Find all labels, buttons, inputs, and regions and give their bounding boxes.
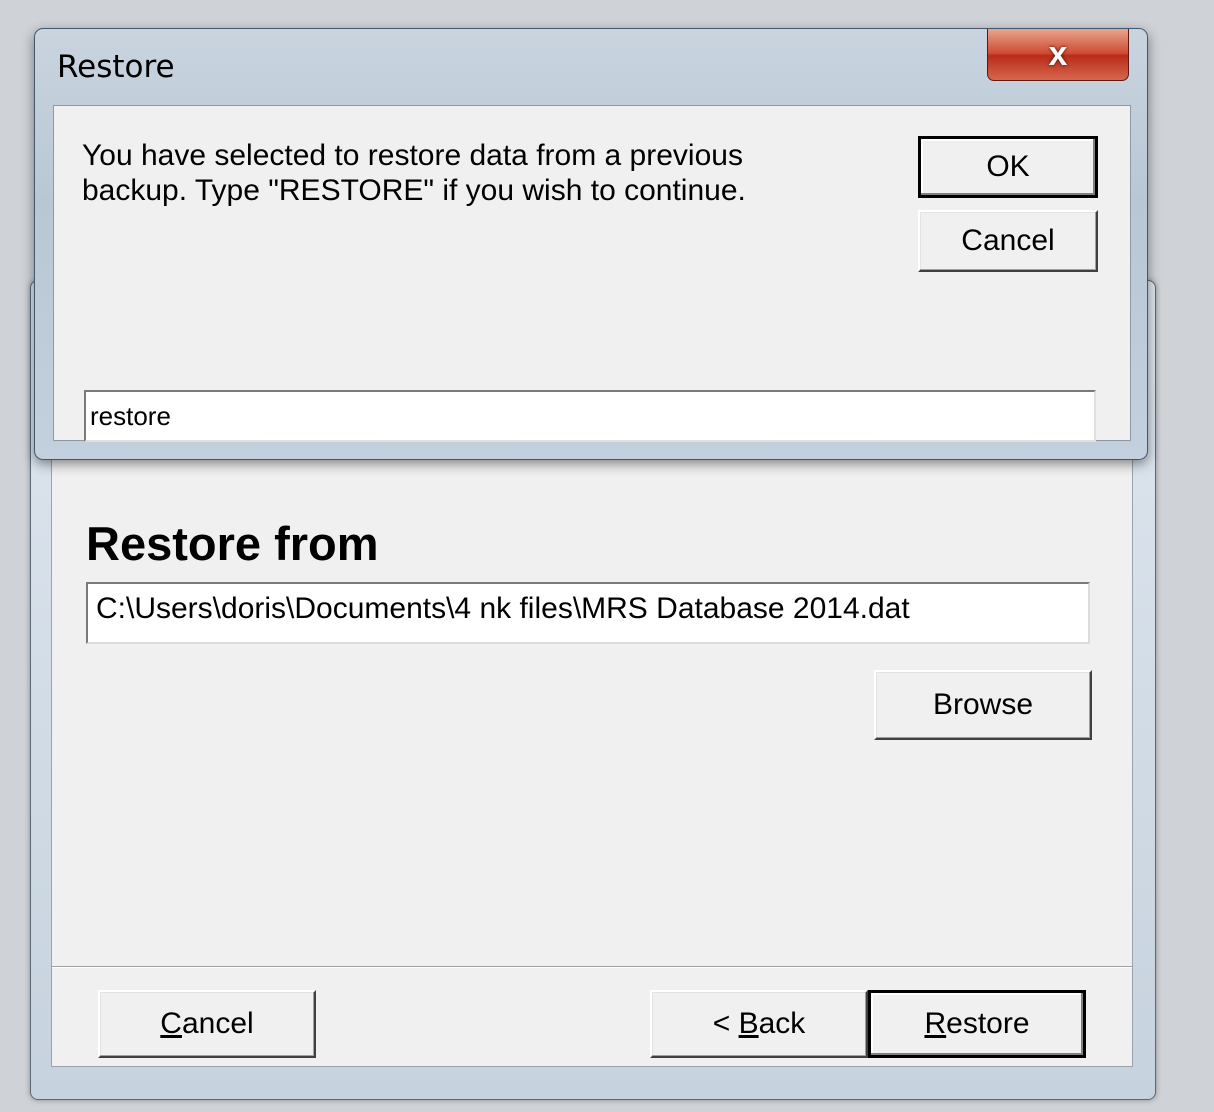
close-button[interactable]: x bbox=[987, 29, 1129, 81]
dialog-cancel-label: Cancel bbox=[961, 224, 1055, 257]
wizard-cancel-button[interactable]: Cancel bbox=[98, 990, 316, 1058]
dialog-cancel-button[interactable]: Cancel bbox=[918, 210, 1098, 272]
restore-from-heading: Restore from bbox=[86, 517, 379, 570]
confirm-restore-input[interactable] bbox=[84, 390, 1096, 442]
browse-button-label: Browse bbox=[932, 688, 1034, 721]
back-label-rest: ack bbox=[758, 1007, 806, 1040]
restore-dialog: Restore x You have selected to restore d… bbox=[34, 28, 1148, 460]
close-icon: x bbox=[1048, 35, 1068, 73]
ok-button-label: OK bbox=[986, 150, 1030, 183]
cancel-accelerator: C bbox=[160, 1007, 182, 1040]
footer-separator bbox=[52, 966, 1132, 968]
dialog-title: Restore bbox=[57, 49, 175, 85]
cancel-label-rest: ancel bbox=[181, 1007, 254, 1040]
dialog-client-area: You have selected to restore data from a… bbox=[53, 105, 1131, 442]
wizard-content-panel: Restore from C:\Users\doris\Documents\4 … bbox=[51, 441, 1133, 1067]
ok-button[interactable]: OK bbox=[918, 136, 1098, 198]
restore-accelerator: R bbox=[924, 1007, 947, 1040]
restore-label-rest: estore bbox=[946, 1007, 1030, 1040]
back-button[interactable]: < Back bbox=[650, 990, 868, 1058]
back-accelerator: B bbox=[738, 1007, 759, 1040]
browse-button[interactable]: Browse bbox=[874, 670, 1092, 740]
back-prefix: < bbox=[712, 1007, 739, 1040]
dialog-message: You have selected to restore data from a… bbox=[82, 139, 746, 207]
backup-path-field[interactable]: C:\Users\doris\Documents\4 nk files\MRS … bbox=[86, 582, 1090, 644]
restore-button[interactable]: Restore bbox=[868, 990, 1086, 1058]
